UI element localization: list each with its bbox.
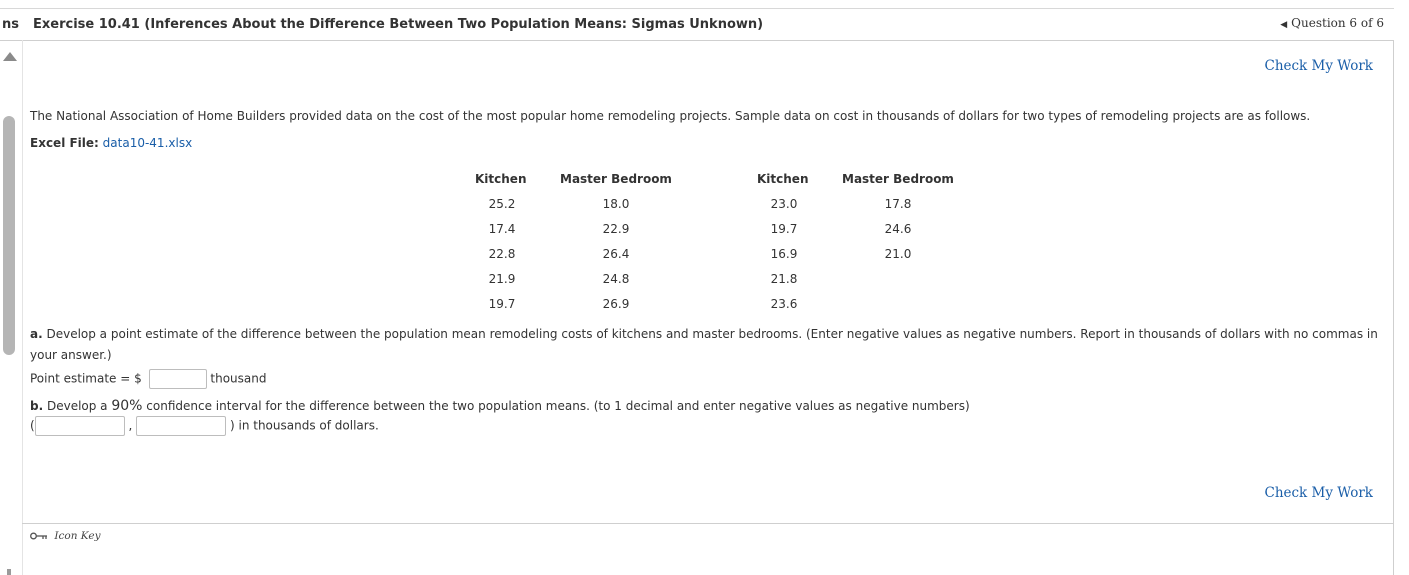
- table-cell: 17.8: [884, 197, 912, 211]
- sidebar-cut-label: ns: [2, 17, 19, 32]
- previous-arrow-icon[interactable]: ◀: [1280, 20, 1287, 30]
- scrollbar-bottom-edge: [7, 569, 11, 575]
- table-col-master-bedroom-2: Master Bedroom 17.8 24.6 21.0: [842, 172, 954, 272]
- table-header-master-bedroom: Master Bedroom: [560, 172, 672, 186]
- point-estimate-label: Point estimate = $: [30, 371, 142, 386]
- table-cell: 21.9: [488, 272, 516, 286]
- ci-comma: ,: [128, 418, 133, 433]
- part-b-text-post: confidence interval for the difference b…: [142, 399, 970, 413]
- table-cell: 24.6: [884, 222, 912, 236]
- table-cell: 26.4: [602, 247, 630, 261]
- table-cell: 22.8: [488, 247, 516, 261]
- table-cell: 22.9: [602, 222, 630, 236]
- table-header-master-bedroom: Master Bedroom: [842, 172, 954, 186]
- point-estimate-input[interactable]: [148, 369, 207, 389]
- table-cell: 16.9: [770, 247, 798, 261]
- ci-suffix: ) in thousands of dollars.: [230, 418, 379, 433]
- excel-file-label: Excel File:: [30, 136, 99, 150]
- exercise-title: Exercise 10.41 (Inferences About the Dif…: [33, 17, 764, 32]
- part-b-label: b.: [30, 399, 44, 413]
- table-cell: 21.8: [770, 272, 798, 286]
- footer-divider: [22, 523, 1393, 524]
- check-my-work-link-bottom[interactable]: Check My Work: [1264, 485, 1373, 501]
- table-cell: 17.4: [488, 222, 516, 236]
- scrollbar-thumb[interactable]: [3, 116, 15, 355]
- icon-key-label[interactable]: Icon Key: [54, 530, 100, 542]
- exercise-header: ns Exercise 10.41 (Inferences About the …: [0, 9, 1394, 41]
- table-cell: 25.2: [488, 197, 516, 211]
- excel-file-link[interactable]: data10-41.xlsx: [103, 136, 193, 150]
- table-cell: 18.0: [602, 197, 630, 211]
- table-cell: 23.6: [770, 297, 798, 311]
- confidence-interval-row: ( , ) in thousands of dollars.: [30, 416, 379, 436]
- part-a-prompt: a. Develop a point estimate of the diffe…: [30, 327, 1378, 341]
- ci-lower-input[interactable]: [34, 416, 125, 436]
- table-cell: 19.7: [770, 222, 798, 236]
- table-cell: 19.7: [488, 297, 516, 311]
- table-col-kitchen-2: Kitchen 23.0 19.7 16.9 21.8 23.6: [757, 172, 811, 322]
- table-cell: 24.8: [602, 272, 630, 286]
- check-my-work-link-top[interactable]: Check My Work: [1264, 58, 1373, 74]
- open-paren: (: [30, 418, 35, 433]
- problem-intro: The National Association of Home Builder…: [30, 109, 1311, 123]
- scroll-up-arrow-icon[interactable]: [3, 52, 17, 61]
- panel-left-border: [22, 40, 23, 575]
- question-nav[interactable]: ◀ Question 6 of 6: [1280, 16, 1384, 30]
- part-a-label: a.: [30, 327, 43, 341]
- question-counter[interactable]: Question 6 of 6: [1291, 16, 1384, 30]
- table-cell: 23.0: [770, 197, 798, 211]
- table-col-kitchen-1: Kitchen 25.2 17.4 22.8 21.9 19.7: [475, 172, 529, 322]
- table-cell: 21.0: [884, 247, 912, 261]
- point-estimate-row: Point estimate = $ thousand: [30, 369, 266, 389]
- key-icon: [30, 530, 51, 542]
- panel-right-border: [1393, 40, 1394, 575]
- table-cell: 26.9: [602, 297, 630, 311]
- part-a-text: Develop a point estimate of the differen…: [42, 327, 1378, 341]
- excel-file-line: Excel File: data10-41.xlsx: [30, 136, 192, 150]
- part-b-prompt: b. Develop a 90% confidence interval for…: [30, 398, 970, 414]
- part-b-text-pre: Develop a: [43, 399, 112, 413]
- ci-upper-input[interactable]: [136, 416, 227, 436]
- table-col-master-bedroom-1: Master Bedroom 18.0 22.9 26.4 24.8 26.9: [560, 172, 672, 322]
- confidence-level: 90%: [111, 398, 143, 414]
- part-a-prompt-cont: your answer.): [30, 348, 112, 362]
- table-header-kitchen: Kitchen: [757, 172, 809, 186]
- table-header-kitchen: Kitchen: [475, 172, 527, 186]
- icon-key-link[interactable]: Icon Key: [30, 530, 101, 542]
- point-estimate-unit: thousand: [210, 371, 267, 386]
